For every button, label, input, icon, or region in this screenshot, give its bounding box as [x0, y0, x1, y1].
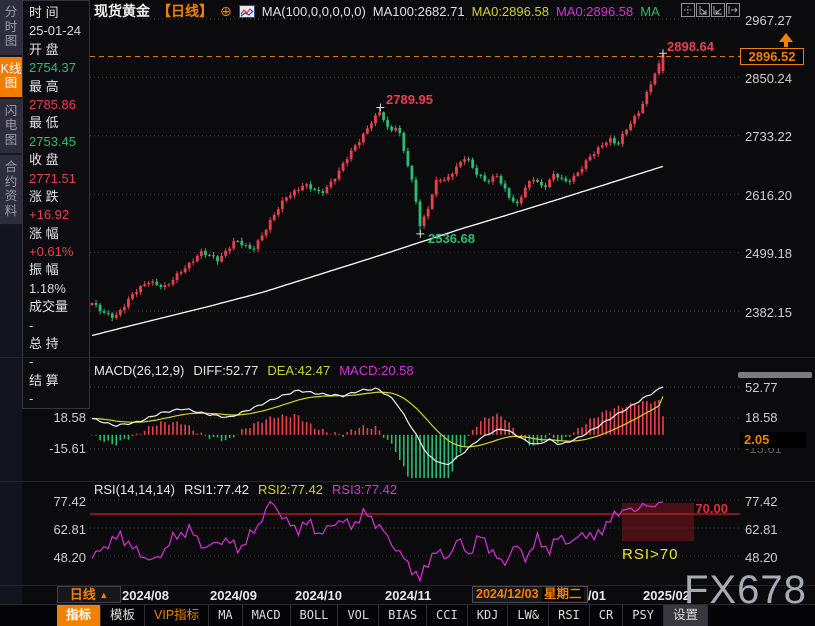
date-label-2024-08: 2024/08	[122, 588, 169, 603]
date-label-2025-02: 2025/02	[643, 588, 690, 603]
ma0-value-magenta: MA0:2896.58	[556, 4, 633, 19]
crosshair-weekday: 星期二	[542, 587, 584, 601]
toolbar-item-macd[interactable]: MACD	[243, 605, 291, 626]
period-selector[interactable]: 日线 ▲	[57, 586, 121, 603]
crosshair-target-icon[interactable]: ⊕	[220, 3, 232, 20]
date-label-2024-09: 2024/09	[210, 588, 257, 603]
current-price-box: 2896.52	[740, 48, 804, 65]
rsi-panel-title: RSI(14,14,14) RSI1:77.42 RSI2:77.42 RSI3…	[94, 482, 397, 497]
toolbar-item-ma[interactable]: MA	[209, 605, 242, 626]
crosshair-date-box: 2024/12/03 星期二	[472, 586, 588, 603]
price-axis-label: 2850.24	[745, 71, 792, 86]
price-axis-label: 2616.20	[745, 188, 792, 203]
macd-panel-title: MACD(26,12,9) DIFF:52.77 DEA:42.47 MACD:…	[94, 363, 414, 378]
rsi-axis-label: 48.20	[745, 550, 778, 565]
ma0-value-yellow: MA0:2896.58	[472, 4, 549, 19]
macd-axis-label-left: -15.61	[38, 441, 86, 456]
macd-formula: MACD(26,12,9)	[94, 363, 184, 378]
macd-current-value-box: 2.05	[740, 432, 806, 448]
pan-icon[interactable]	[681, 3, 695, 17]
macd-diff-value: DIFF:52.77	[193, 363, 258, 378]
macd-axis-label: 52.77	[745, 380, 778, 395]
rsi2-value: RSI2:77.42	[258, 482, 323, 497]
macd-dea-value: DEA:42.47	[267, 363, 330, 378]
price-up-arrow-icon	[776, 32, 796, 48]
macd-axis-label-left: 18.58	[38, 410, 86, 425]
symbol-name: 现货黄金	[94, 1, 150, 21]
rsi-axis-label: 62.81	[745, 522, 778, 537]
panel-splitter-handle[interactable]	[738, 372, 812, 378]
chart-window-toolbar	[681, 3, 740, 17]
macd-axis-label: 18.58	[745, 410, 778, 425]
toolbar-item-kdj[interactable]: KDJ	[468, 605, 509, 626]
period-arrow-icon: ▲	[99, 590, 108, 600]
rsi1-value: RSI1:77.42	[184, 482, 249, 497]
annotation-peak: 2789.95	[386, 92, 433, 107]
trading-terminal-window: 分时图K线图闪电图合约资料 时 间25-01-24开 盘2754.37最 高27…	[0, 0, 815, 626]
toolbar-item-indicators[interactable]: 指标	[57, 605, 101, 626]
toolbar-item-vol[interactable]: VOL	[338, 605, 379, 626]
annotation-trough: 2536.68	[428, 231, 475, 246]
toolbar-item-lwr[interactable]: LW&	[508, 605, 549, 626]
date-label-2024-10: 2024/10	[295, 588, 342, 603]
toolbar-item-vip-indicators[interactable]: VIP指标	[145, 605, 209, 626]
toolbar-item-rsi[interactable]: RSI	[549, 605, 590, 626]
period-label[interactable]: 【日线】	[157, 1, 213, 21]
crosshair-date: 2024/12/03	[476, 587, 539, 601]
mini-chart-icon[interactable]	[239, 5, 255, 18]
macd-macd-value: MACD:20.58	[339, 363, 413, 378]
rsi3-value: RSI3:77.42	[332, 482, 397, 497]
price-axis-label: 2967.27	[745, 13, 792, 28]
date-label-2024-11: 2024/11	[385, 588, 431, 603]
axis-scale-right-icon[interactable]	[711, 3, 725, 17]
axis-scale-left-icon[interactable]	[696, 3, 710, 17]
ma-suffix: MA	[640, 4, 660, 19]
rsi-axis-label: 77.42	[745, 494, 778, 509]
rsi-axis-label-left: 48.20	[38, 550, 86, 565]
rsi-formula: RSI(14,14,14)	[94, 482, 175, 497]
price-axis-label: 2499.18	[745, 246, 792, 261]
price-axis-label: 2382.15	[745, 305, 792, 320]
period-selector-label: 日线	[70, 587, 96, 602]
chart-header: 现货黄金 【日线】 ⊕ MA(100,0,0,0,0,0) MA100:2682…	[94, 3, 660, 19]
toolbar-item-templates[interactable]: 模板	[101, 605, 145, 626]
price-axis-label: 2733.22	[745, 129, 792, 144]
ma-formula: MA(100,0,0,0,0,0)	[262, 4, 366, 19]
brand-watermark: FX678	[684, 568, 807, 613]
toolbar-item-bias[interactable]: BIAS	[379, 605, 427, 626]
detach-window-icon[interactable]	[726, 3, 740, 17]
toolbar-item-boll[interactable]: BOLL	[291, 605, 339, 626]
rsi-overbought-annotation: RSI>70	[622, 546, 678, 563]
ma100-value: MA100:2682.71	[373, 4, 465, 19]
rsi-axis-label-left: 77.42	[38, 494, 86, 509]
toolbar-item-cci[interactable]: CCI	[427, 605, 468, 626]
toolbar-item-cr[interactable]: CR	[590, 605, 623, 626]
rsi-threshold-label: 70.00	[688, 501, 728, 516]
toolbar-item-psy[interactable]: PSY	[623, 605, 664, 626]
rsi-axis-label-left: 62.81	[38, 522, 86, 537]
annotation-session-high: 2898.64	[667, 39, 714, 54]
